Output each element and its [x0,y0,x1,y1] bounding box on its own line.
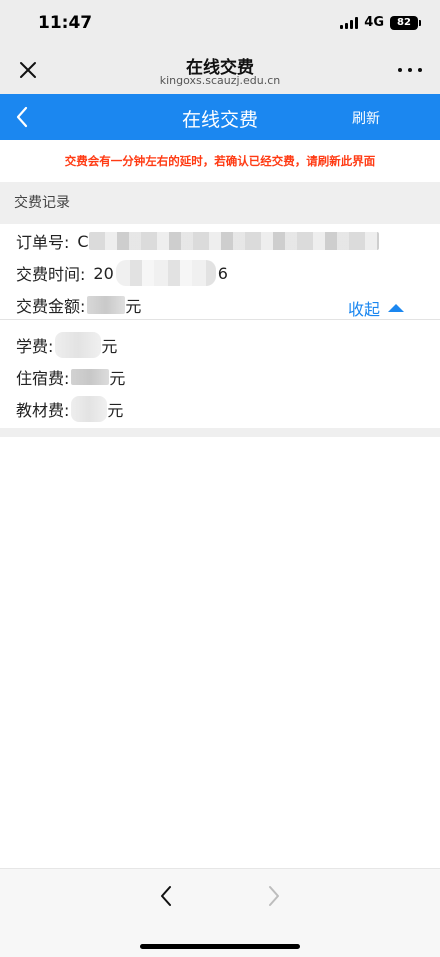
fee-value-redacted [71,369,110,385]
fee-value-redacted [71,396,108,422]
browser-title-bar: 在线交费 kingoxs.scauzj.edu.cn [0,46,440,94]
signal-icon [340,16,359,29]
status-bar: 11:47 4G 82 [0,0,440,46]
delay-notice: 交费会有一分钟左右的延时，若确认已经交费，请刷新此界面 [0,140,440,182]
fee-label: 教材费: [16,401,70,420]
time-suffix: 6 [217,263,228,283]
more-icon[interactable] [398,60,422,80]
status-indicators: 4G 82 [340,15,421,30]
order-row: 订单号: C [16,230,379,252]
order-number-redacted [88,232,379,250]
fee-unit: 元 [107,401,124,420]
fee-label: 学费: [16,337,54,356]
home-indicator[interactable] [140,944,300,949]
time-prefix: 20 [93,263,114,283]
app-header: 在线交费 刷新 [0,94,440,140]
amount-redacted [87,296,126,314]
order-prefix: C [77,231,89,251]
divider [0,428,440,437]
amount-unit: 元 [125,297,142,316]
collapse-button[interactable]: 收起 [348,296,404,320]
caret-up-icon [388,304,404,312]
nav-forward-icon[interactable] [262,883,286,909]
amount-row: 交费金额: 元 [16,294,141,316]
fee-unit: 元 [109,369,126,388]
fee-breakdown: 学费: 元 住宿费: 元 教材费: 元 [0,321,440,428]
browser-bottom-bar [0,868,440,957]
time-row: 交费时间: 20 6 [16,260,228,286]
status-time: 11:47 [38,13,93,33]
section-title: 交费记录 [0,182,440,224]
time-redacted [115,260,216,286]
browser-domain: kingoxs.scauzj.edu.cn [159,74,281,87]
payment-record: 订单号: C 交费时间: 20 6 交费金额: 元 收起 [0,224,440,320]
amount-label: 交费金额: [16,297,86,316]
collapse-label: 收起 [347,300,380,319]
fee-value-redacted [55,332,102,358]
fee-row-accommodation: 住宿费: 元 [16,366,125,388]
fee-label: 住宿费: [16,369,70,388]
battery-icon: 82 [390,15,421,30]
fee-unit: 元 [101,337,118,356]
network-label: 4G [364,15,384,30]
time-label: 交费时间: [16,265,86,284]
nav-back-icon[interactable] [154,883,178,909]
fee-row-tuition: 学费: 元 [16,332,118,358]
refresh-button[interactable]: 刷新 [352,108,380,128]
battery-level: 82 [397,17,411,28]
order-label: 订单号: [16,233,70,252]
fee-row-textbook: 教材费: 元 [16,396,124,422]
